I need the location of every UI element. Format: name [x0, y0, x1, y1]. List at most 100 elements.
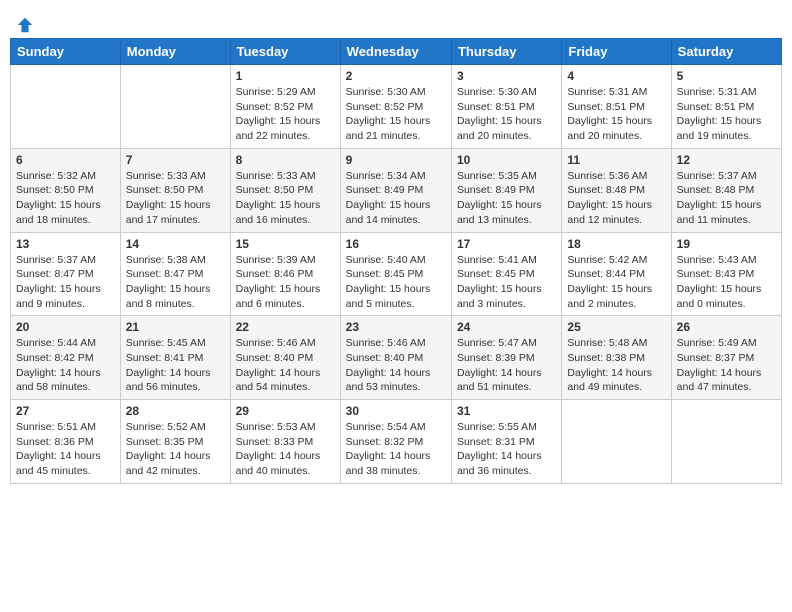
calendar-cell: 7 Sunrise: 5:33 AMSunset: 8:50 PMDaylight…: [120, 148, 230, 232]
day-number: 21: [126, 320, 225, 334]
day-number: 4: [567, 69, 665, 83]
day-info: Sunrise: 5:42 AMSunset: 8:44 PMDaylight:…: [567, 253, 665, 312]
calendar-cell: 21Sunrise: 5:45 AMSunset: 8:41 PMDayligh…: [120, 316, 230, 400]
calendar-cell: 24Sunrise: 5:47 AMSunset: 8:39 PMDayligh…: [451, 316, 561, 400]
calendar-cell: 14 Sunrise: 5:38 AMSunset: 8:47 PMDayligh…: [120, 232, 230, 316]
day-number: 22: [236, 320, 335, 334]
day-info: Sunrise: 5:37 AMSunset: 8:47 PMDaylight:…: [16, 253, 115, 312]
day-number: 29: [236, 404, 335, 418]
day-number: 25: [567, 320, 665, 334]
day-info: Sunrise: 5:30 AMSunset: 8:51 PMDaylight:…: [457, 85, 556, 144]
day-info: Sunrise: 5:46 AMSunset: 8:40 PMDaylight:…: [236, 336, 335, 395]
calendar-cell: [562, 400, 671, 484]
week-row-1: 1 Sunrise: 5:29 AMSunset: 8:52 PMDaylight…: [11, 65, 782, 149]
day-info: Sunrise: 5:52 AMSunset: 8:35 PMDaylight:…: [126, 420, 225, 479]
day-number: 19: [677, 237, 776, 251]
day-info: Sunrise: 5:47 AMSunset: 8:39 PMDaylight:…: [457, 336, 556, 395]
week-row-5: 27 Sunrise: 5:51 AMSunset: 8:36 PMDayligh…: [11, 400, 782, 484]
weekday-header-row: SundayMondayTuesdayWednesdayThursdayFrid…: [11, 39, 782, 65]
calendar-cell: 3 Sunrise: 5:30 AMSunset: 8:51 PMDaylight…: [451, 65, 561, 149]
calendar-cell: 1 Sunrise: 5:29 AMSunset: 8:52 PMDaylight…: [230, 65, 340, 149]
day-number: 17: [457, 237, 556, 251]
calendar-cell: 11 Sunrise: 5:36 AMSunset: 8:48 PMDayligh…: [562, 148, 671, 232]
day-number: 7: [126, 153, 225, 167]
day-number: 9: [346, 153, 446, 167]
day-number: 3: [457, 69, 556, 83]
calendar-cell: 16Sunrise: 5:40 AMSunset: 8:45 PMDayligh…: [340, 232, 451, 316]
day-number: 15: [236, 237, 335, 251]
calendar-cell: 2 Sunrise: 5:30 AMSunset: 8:52 PMDaylight…: [340, 65, 451, 149]
calendar-cell: 27 Sunrise: 5:51 AMSunset: 8:36 PMDayligh…: [11, 400, 121, 484]
page-header: [10, 10, 782, 30]
weekday-header-wednesday: Wednesday: [340, 39, 451, 65]
calendar-cell: 28Sunrise: 5:52 AMSunset: 8:35 PMDayligh…: [120, 400, 230, 484]
weekday-header-friday: Friday: [562, 39, 671, 65]
day-info: Sunrise: 5:37 AMSunset: 8:48 PMDaylight:…: [677, 169, 776, 228]
calendar-cell: 19 Sunrise: 5:43 AMSunset: 8:43 PMDayligh…: [671, 232, 781, 316]
day-info: Sunrise: 5:51 AMSunset: 8:36 PMDaylight:…: [16, 420, 115, 479]
logo: [14, 16, 34, 30]
calendar-cell: 15 Sunrise: 5:39 AMSunset: 8:46 PMDayligh…: [230, 232, 340, 316]
day-number: 12: [677, 153, 776, 167]
calendar-cell: 6 Sunrise: 5:32 AMSunset: 8:50 PMDaylight…: [11, 148, 121, 232]
day-info: Sunrise: 5:43 AMSunset: 8:43 PMDaylight:…: [677, 253, 776, 312]
calendar-cell: 29 Sunrise: 5:53 AMSunset: 8:33 PMDayligh…: [230, 400, 340, 484]
calendar-cell: 18 Sunrise: 5:42 AMSunset: 8:44 PMDayligh…: [562, 232, 671, 316]
day-number: 27: [16, 404, 115, 418]
day-info: Sunrise: 5:54 AMSunset: 8:32 PMDaylight:…: [346, 420, 446, 479]
weekday-header-tuesday: Tuesday: [230, 39, 340, 65]
weekday-header-sunday: Sunday: [11, 39, 121, 65]
day-info: Sunrise: 5:33 AMSunset: 8:50 PMDaylight:…: [126, 169, 225, 228]
calendar-cell: 13 Sunrise: 5:37 AMSunset: 8:47 PMDayligh…: [11, 232, 121, 316]
calendar-cell: 4 Sunrise: 5:31 AMSunset: 8:51 PMDaylight…: [562, 65, 671, 149]
week-row-3: 13 Sunrise: 5:37 AMSunset: 8:47 PMDayligh…: [11, 232, 782, 316]
calendar-cell: 10Sunrise: 5:35 AMSunset: 8:49 PMDayligh…: [451, 148, 561, 232]
day-number: 2: [346, 69, 446, 83]
week-row-4: 20 Sunrise: 5:44 AMSunset: 8:42 PMDayligh…: [11, 316, 782, 400]
day-info: Sunrise: 5:31 AMSunset: 8:51 PMDaylight:…: [677, 85, 776, 144]
calendar-cell: 9 Sunrise: 5:34 AMSunset: 8:49 PMDaylight…: [340, 148, 451, 232]
weekday-header-monday: Monday: [120, 39, 230, 65]
day-info: Sunrise: 5:40 AMSunset: 8:45 PMDaylight:…: [346, 253, 446, 312]
day-number: 1: [236, 69, 335, 83]
day-info: Sunrise: 5:49 AMSunset: 8:37 PMDaylight:…: [677, 336, 776, 395]
day-number: 20: [16, 320, 115, 334]
day-number: 13: [16, 237, 115, 251]
calendar-cell: 5 Sunrise: 5:31 AMSunset: 8:51 PMDaylight…: [671, 65, 781, 149]
day-number: 5: [677, 69, 776, 83]
day-info: Sunrise: 5:34 AMSunset: 8:49 PMDaylight:…: [346, 169, 446, 228]
calendar-table: SundayMondayTuesdayWednesdayThursdayFrid…: [10, 38, 782, 484]
logo-icon: [16, 16, 34, 34]
day-number: 26: [677, 320, 776, 334]
day-info: Sunrise: 5:38 AMSunset: 8:47 PMDaylight:…: [126, 253, 225, 312]
day-info: Sunrise: 5:29 AMSunset: 8:52 PMDaylight:…: [236, 85, 335, 144]
day-info: Sunrise: 5:53 AMSunset: 8:33 PMDaylight:…: [236, 420, 335, 479]
day-info: Sunrise: 5:31 AMSunset: 8:51 PMDaylight:…: [567, 85, 665, 144]
day-info: Sunrise: 5:48 AMSunset: 8:38 PMDaylight:…: [567, 336, 665, 395]
calendar-cell: [11, 65, 121, 149]
day-number: 31: [457, 404, 556, 418]
day-info: Sunrise: 5:30 AMSunset: 8:52 PMDaylight:…: [346, 85, 446, 144]
day-info: Sunrise: 5:46 AMSunset: 8:40 PMDaylight:…: [346, 336, 446, 395]
day-info: Sunrise: 5:39 AMSunset: 8:46 PMDaylight:…: [236, 253, 335, 312]
calendar-cell: 31 Sunrise: 5:55 AMSunset: 8:31 PMDayligh…: [451, 400, 561, 484]
week-row-2: 6 Sunrise: 5:32 AMSunset: 8:50 PMDaylight…: [11, 148, 782, 232]
calendar-cell: 23Sunrise: 5:46 AMSunset: 8:40 PMDayligh…: [340, 316, 451, 400]
calendar-cell: 26 Sunrise: 5:49 AMSunset: 8:37 PMDayligh…: [671, 316, 781, 400]
day-info: Sunrise: 5:36 AMSunset: 8:48 PMDaylight:…: [567, 169, 665, 228]
day-number: 14: [126, 237, 225, 251]
day-info: Sunrise: 5:55 AMSunset: 8:31 PMDaylight:…: [457, 420, 556, 479]
calendar-cell: 22 Sunrise: 5:46 AMSunset: 8:40 PMDayligh…: [230, 316, 340, 400]
day-info: Sunrise: 5:41 AMSunset: 8:45 PMDaylight:…: [457, 253, 556, 312]
day-info: Sunrise: 5:32 AMSunset: 8:50 PMDaylight:…: [16, 169, 115, 228]
day-info: Sunrise: 5:44 AMSunset: 8:42 PMDaylight:…: [16, 336, 115, 395]
calendar-cell: [120, 65, 230, 149]
calendar-cell: 25 Sunrise: 5:48 AMSunset: 8:38 PMDayligh…: [562, 316, 671, 400]
day-number: 18: [567, 237, 665, 251]
day-number: 11: [567, 153, 665, 167]
calendar-cell: [671, 400, 781, 484]
day-number: 10: [457, 153, 556, 167]
day-number: 6: [16, 153, 115, 167]
calendar-cell: 12 Sunrise: 5:37 AMSunset: 8:48 PMDayligh…: [671, 148, 781, 232]
calendar-cell: 30Sunrise: 5:54 AMSunset: 8:32 PMDayligh…: [340, 400, 451, 484]
